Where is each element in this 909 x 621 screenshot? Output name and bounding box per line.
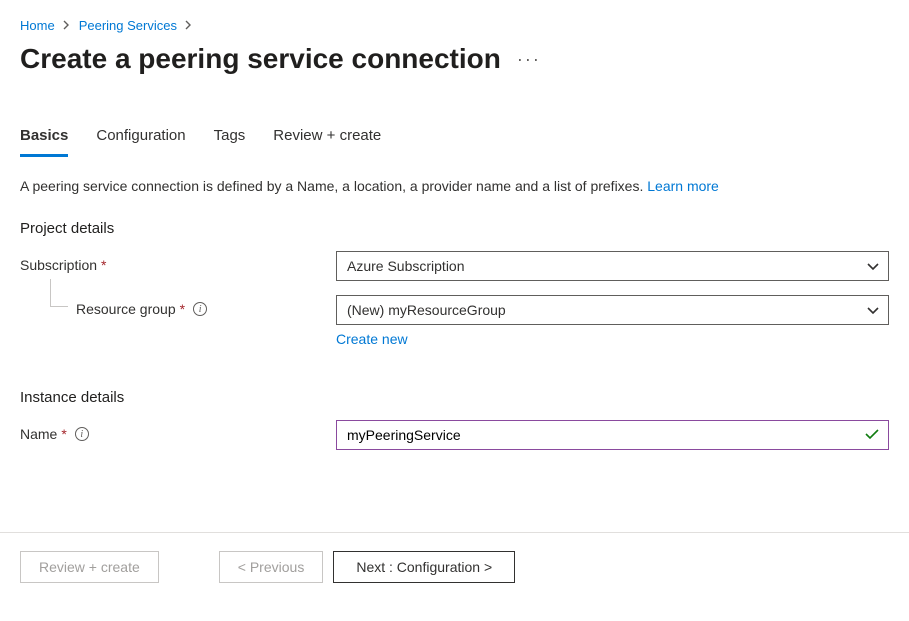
info-icon[interactable]: i [75, 427, 89, 441]
footer: Review + create < Previous Next : Config… [20, 532, 889, 583]
description: A peering service connection is defined … [20, 178, 889, 194]
next-button[interactable]: Next : Configuration > [333, 551, 515, 583]
tree-connector-icon [50, 279, 68, 307]
required-indicator: * [61, 426, 66, 442]
chevron-right-icon [63, 18, 71, 33]
name-input[interactable] [336, 420, 889, 450]
page-header: Create a peering service connection ··· [20, 43, 889, 75]
tab-basics[interactable]: Basics [20, 127, 68, 157]
tab-configuration[interactable]: Configuration [96, 127, 185, 157]
tab-review-create[interactable]: Review + create [273, 127, 381, 157]
review-create-button: Review + create [20, 551, 159, 583]
overflow-menu-icon[interactable]: ··· [517, 49, 541, 70]
info-icon[interactable]: i [193, 302, 207, 316]
section-title-instance: Instance details [20, 389, 889, 406]
instance-details-section: Instance details Name * i [20, 389, 889, 450]
name-row: Name * i [20, 420, 889, 450]
section-title-project: Project details [20, 220, 889, 237]
resource-group-row: Resource group * i (New) myResourceGroup… [20, 295, 889, 347]
description-text: A peering service connection is defined … [20, 178, 647, 194]
tabs: Basics Configuration Tags Review + creat… [20, 127, 889, 158]
subscription-label: Subscription * [20, 251, 336, 273]
breadcrumb: Home Peering Services [20, 18, 889, 33]
create-new-link[interactable]: Create new [336, 331, 889, 347]
tab-tags[interactable]: Tags [214, 127, 246, 157]
subscription-select[interactable]: Azure Subscription [336, 251, 889, 281]
required-indicator: * [101, 257, 106, 273]
chevron-right-icon [185, 18, 193, 33]
breadcrumb-peering-services[interactable]: Peering Services [79, 18, 177, 33]
learn-more-link[interactable]: Learn more [647, 178, 719, 194]
required-indicator: * [180, 301, 185, 317]
previous-button: < Previous [219, 551, 324, 583]
subscription-row: Subscription * Azure Subscription [20, 251, 889, 281]
name-label: Name * i [20, 420, 336, 442]
page-title: Create a peering service connection [20, 43, 501, 75]
resource-group-select[interactable]: (New) myResourceGroup [336, 295, 889, 325]
breadcrumb-home[interactable]: Home [20, 18, 55, 33]
resource-group-label: Resource group * i [20, 295, 336, 317]
project-details-section: Project details Subscription * Azure Sub… [20, 220, 889, 347]
